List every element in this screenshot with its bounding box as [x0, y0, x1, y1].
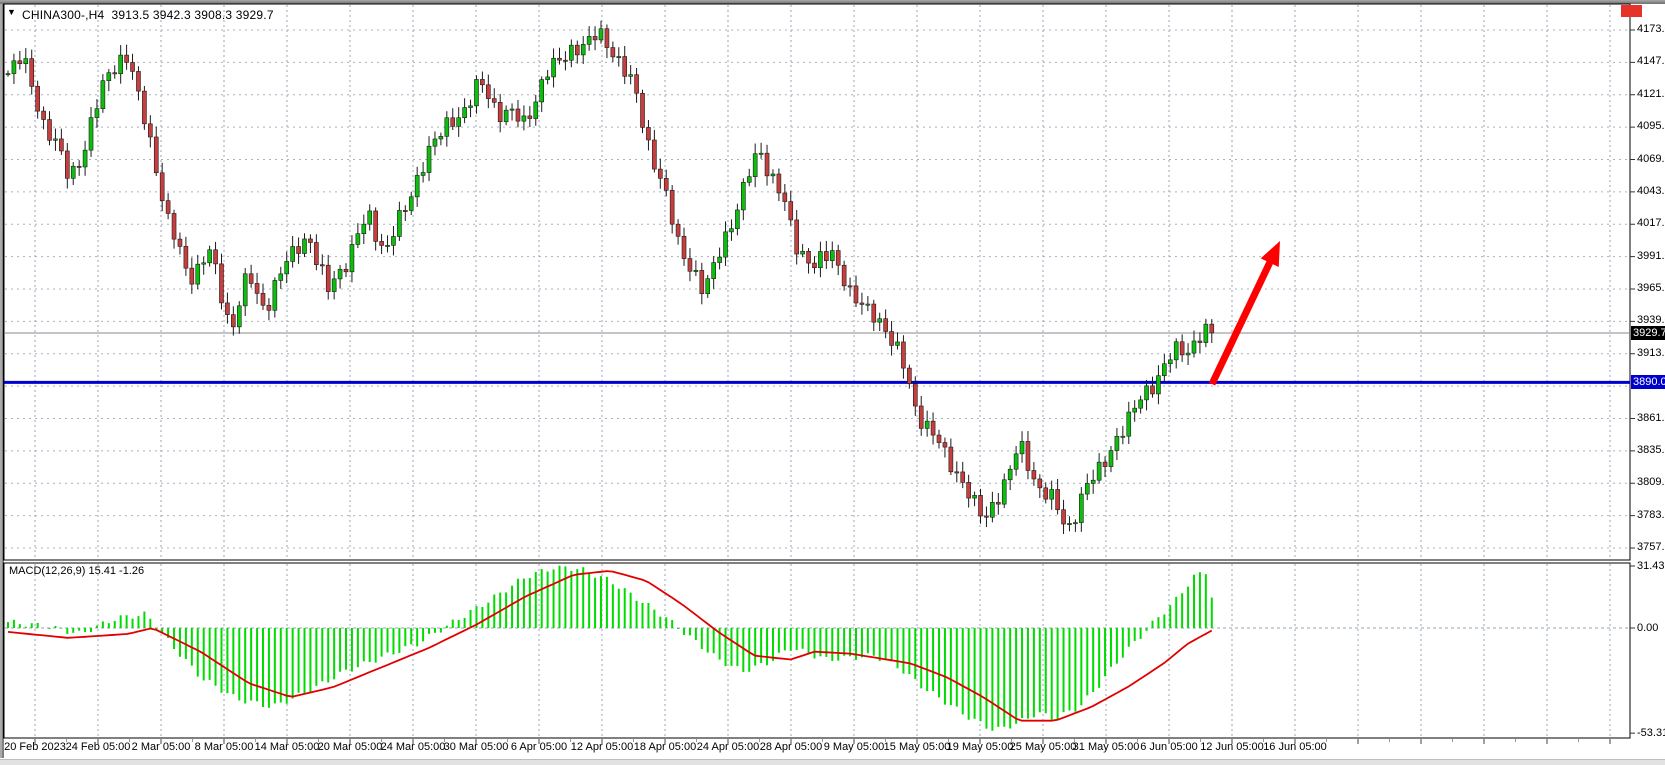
current-price-badge: 3929.7: [1631, 326, 1665, 340]
time-axis-label: 8 Mar 05:00: [195, 741, 254, 753]
price-axis-label: 4121.0: [1637, 88, 1665, 100]
price-axis-label: 3757.0: [1637, 541, 1665, 553]
main-panel: [4, 4, 1630, 560]
price-axis-label: 3991.0: [1637, 250, 1665, 262]
time-axis-label: 2 Mar 05:00: [132, 741, 191, 753]
price-axis-label: 3861.0: [1637, 412, 1665, 424]
time-axis-label: 6 Jun 05:00: [1140, 741, 1198, 753]
time-axis-label: 9 May 05:00: [824, 741, 885, 753]
price-axis-label: 3809.0: [1637, 476, 1665, 488]
time-axis-label: 16 Jun 05:00: [1263, 741, 1327, 753]
time-axis-label: 19 May 05:00: [947, 741, 1014, 753]
price-axis-label: 4173.0: [1637, 23, 1665, 35]
macd-axis-label: 0.00: [1637, 622, 1658, 634]
price-axis-label: 4069.0: [1637, 153, 1665, 165]
macd-axis-label: 31.43: [1637, 560, 1665, 572]
window-bottom-strip: [0, 759, 1665, 765]
price-axis-label: 4095.0: [1637, 120, 1665, 132]
time-axis-label: 31 May 05:00: [1073, 741, 1140, 753]
time-axis-label: 20 Feb 2023: [4, 741, 66, 753]
time-axis-label: 12 Apr 05:00: [571, 741, 633, 753]
symbol-ohlc-header: CHINA300-,H4 3913.5 3942.3 3908.3 3929.7: [22, 8, 274, 22]
time-axis-label: 24 Mar 05:00: [381, 741, 446, 753]
time-axis-label: 18 Apr 05:00: [634, 741, 696, 753]
price-axis-label: 3835.0: [1637, 444, 1665, 456]
price-axis-label: 3783.0: [1637, 509, 1665, 521]
chart-window: ▼ CHINA300-,H4 3913.5 3942.3 3908.3 3929…: [0, 0, 1665, 765]
price-axis-label: 3913.0: [1637, 347, 1665, 359]
price-axis-label: 4043.0: [1637, 185, 1665, 197]
time-axis-label: 15 May 05:00: [884, 741, 951, 753]
price-axis-label: 4147.0: [1637, 55, 1665, 67]
macd-axis[interactable]: [1630, 562, 1665, 738]
time-axis-label: 14 Mar 05:00: [255, 741, 320, 753]
time-axis-label: 24 Apr 05:00: [697, 741, 759, 753]
macd-panel: [4, 563, 1630, 738]
macd-indicator-label: MACD(12,26,9) 15.41 -1.26: [9, 565, 144, 577]
macd-axis-label: -53.31: [1637, 727, 1665, 739]
time-axis-label: 30 Mar 05:00: [444, 741, 509, 753]
time-axis-label: 25 May 05:00: [1010, 741, 1077, 753]
time-axis-label: 6 Apr 05:00: [511, 741, 567, 753]
price-axis-label: 3965.0: [1637, 282, 1665, 294]
price-axis-label: 3939.0: [1637, 314, 1665, 326]
time-axis-label: 28 Apr 05:00: [760, 741, 822, 753]
hline-price-badge: 3890.0: [1631, 375, 1665, 389]
red-corner-marker: [1621, 5, 1642, 17]
time-axis-label: 20 Mar 05:00: [318, 741, 383, 753]
price-axis-label: 4017.0: [1637, 217, 1665, 229]
time-axis-label: 24 Feb 05:00: [66, 741, 131, 753]
time-axis-label: 12 Jun 05:00: [1200, 741, 1264, 753]
chart-canvas[interactable]: [0, 0, 1665, 765]
chevron-down-icon[interactable]: ▼: [7, 7, 16, 17]
